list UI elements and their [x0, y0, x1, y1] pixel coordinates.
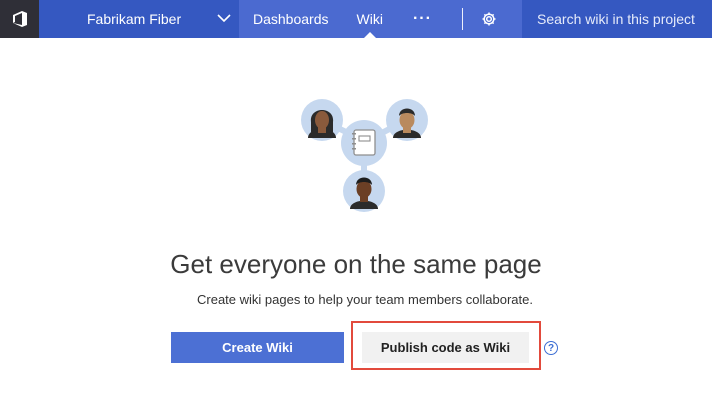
publish-code-as-wiki-button[interactable]: Publish code as Wiki: [362, 332, 529, 363]
project-name: Fabrikam Fiber: [87, 11, 182, 27]
project-selector[interactable]: Fabrikam Fiber: [39, 0, 239, 38]
search-placeholder: Search wiki in this project: [537, 11, 695, 27]
page-subtitle: Create wiki pages to help your team memb…: [197, 292, 533, 307]
hub-navigation: Dashboards Wiki ···: [239, 0, 522, 38]
search-wiki-input[interactable]: Search wiki in this project: [522, 0, 712, 38]
nav-wiki-label: Wiki: [356, 11, 383, 27]
help-label: ?: [547, 342, 555, 354]
page-title: Get everyone on the same page: [170, 249, 542, 279]
nav-dashboards-label: Dashboards: [253, 11, 329, 27]
nav-divider: [461, 8, 463, 30]
more-label: ···: [412, 10, 432, 27]
team-wiki-illustration: [0, 88, 712, 218]
top-navigation-bar: Fabrikam Fiber Dashboards Wiki ··· Searc…: [0, 0, 712, 38]
nav-wiki[interactable]: Wiki: [343, 0, 397, 38]
help-circle-icon[interactable]: ?: [544, 341, 558, 355]
ellipsis-icon[interactable]: ···: [397, 0, 448, 38]
azure-devops-logo-icon[interactable]: [0, 0, 39, 38]
nav-dashboards[interactable]: Dashboards: [239, 0, 343, 38]
gear-icon[interactable]: [477, 0, 507, 38]
chevron-down-icon[interactable]: [217, 11, 231, 28]
create-wiki-button[interactable]: Create Wiki: [171, 332, 344, 363]
